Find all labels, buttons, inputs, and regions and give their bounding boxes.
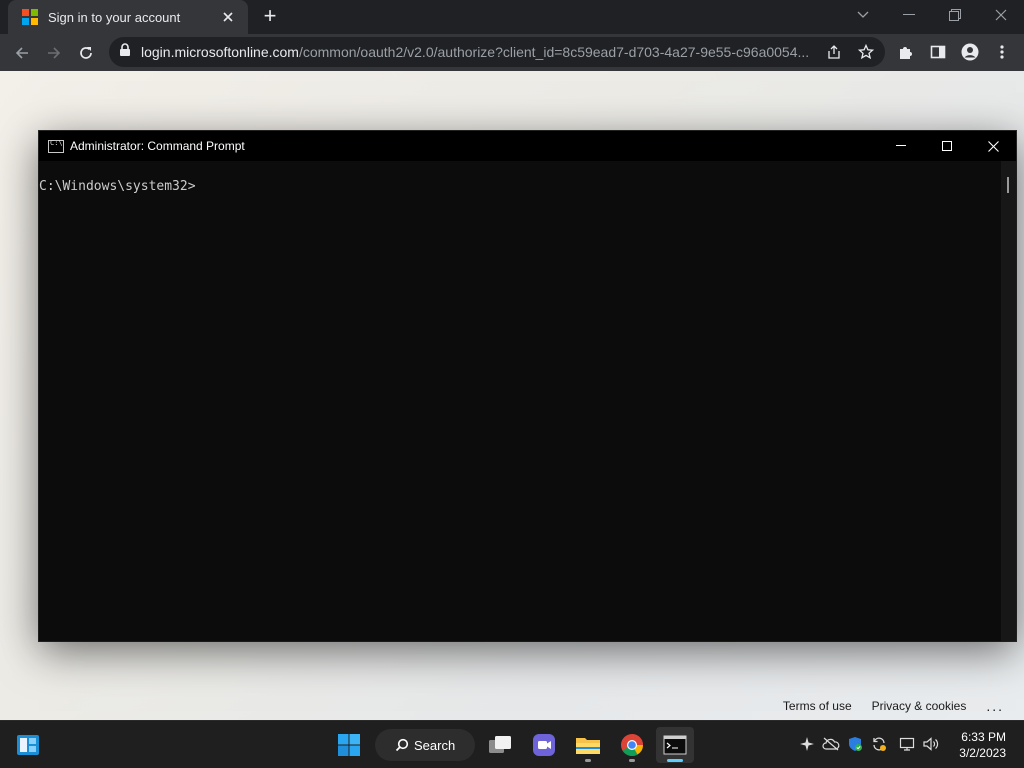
- reload-icon[interactable]: [72, 39, 100, 67]
- microsoft-logo-icon: [22, 9, 38, 25]
- command-prompt-window[interactable]: Administrator: Command Prompt C:\Windows…: [39, 131, 1016, 641]
- cmd-console[interactable]: C:\Windows\system32>: [39, 161, 1001, 641]
- back-arrow-icon[interactable]: [8, 39, 36, 67]
- cmd-scrollbar[interactable]: [1001, 161, 1016, 641]
- bookmark-star-icon[interactable]: [857, 43, 875, 61]
- extensions-puzzle-icon[interactable]: [896, 42, 916, 62]
- cmd-minimize-icon[interactable]: [878, 131, 924, 161]
- forward-arrow-icon[interactable]: [40, 39, 68, 67]
- network-activity-icon[interactable]: [798, 735, 816, 753]
- cmd-maximize-icon[interactable]: [924, 131, 970, 161]
- address-bar[interactable]: login.microsoftonline.com/common/oauth2/…: [109, 37, 885, 67]
- taskbar-search-label: Search: [414, 737, 456, 753]
- command-prompt-taskbar-icon[interactable]: [656, 727, 694, 763]
- sync-status-icon[interactable]: [870, 735, 888, 753]
- windows-security-icon[interactable]: [846, 735, 864, 753]
- more-options-button[interactable]: ...: [986, 698, 1004, 714]
- side-panel-icon[interactable]: [928, 42, 948, 62]
- cmd-titlebar[interactable]: Administrator: Command Prompt: [39, 131, 1016, 161]
- browser-toolbar: login.microsoftonline.com/common/oauth2/…: [0, 34, 1024, 71]
- terms-of-use-link[interactable]: Terms of use: [783, 699, 852, 713]
- task-view-icon[interactable]: [481, 727, 519, 763]
- close-window-icon[interactable]: [978, 0, 1024, 30]
- chrome-taskbar-icon[interactable]: [613, 727, 651, 763]
- taskbar-search-button[interactable]: Search: [375, 729, 475, 761]
- clock-date: 3/2/2023: [959, 746, 1006, 760]
- profile-avatar-icon[interactable]: [960, 42, 980, 62]
- minimize-icon[interactable]: [886, 0, 932, 30]
- explorer-running-indicator: [585, 759, 591, 762]
- cmd-scroll-thumb[interactable]: [1007, 177, 1009, 193]
- new-tab-button[interactable]: +: [258, 5, 282, 29]
- search-icon: [395, 738, 409, 752]
- tab-close-icon[interactable]: [218, 7, 238, 27]
- cmd-active-indicator: [667, 759, 683, 762]
- onedrive-offline-icon[interactable]: [822, 735, 840, 753]
- menu-kebab-icon[interactable]: [992, 42, 1012, 62]
- privacy-cookies-link[interactable]: Privacy & cookies: [872, 699, 967, 713]
- url-text[interactable]: login.microsoftonline.com/common/oauth2/…: [141, 44, 821, 60]
- share-icon[interactable]: [825, 43, 843, 61]
- cmd-title: Administrator: Command Prompt: [70, 139, 245, 153]
- system-clock[interactable]: 6:33 PM 3/2/2023: [959, 729, 1006, 761]
- lock-icon[interactable]: [119, 42, 131, 62]
- browser-tabstrip: Sign in to your account +: [0, 0, 1024, 34]
- cmd-close-icon[interactable]: [970, 131, 1016, 161]
- file-explorer-icon[interactable]: [569, 727, 607, 763]
- cmd-prompt-text: C:\Windows\system32>: [39, 179, 196, 194]
- chrome-running-indicator: [629, 759, 635, 762]
- display-network-icon[interactable]: [898, 735, 916, 753]
- teams-chat-icon[interactable]: [525, 727, 563, 763]
- clock-time: 6:33 PM: [961, 730, 1006, 744]
- start-button-icon[interactable]: [330, 727, 368, 763]
- volume-icon[interactable]: [922, 735, 940, 753]
- windows-taskbar: Search 6:33 PM 3/2/2023: [0, 720, 1024, 768]
- url-host: login.microsoftonline.com: [141, 44, 299, 60]
- tab-title: Sign in to your account: [48, 9, 181, 25]
- url-path: /common/oauth2/v2.0/authorize?client_id=…: [298, 44, 810, 60]
- page-footer: Terms of use Privacy & cookies ...: [783, 698, 1024, 714]
- widgets-icon[interactable]: [9, 727, 47, 763]
- restore-icon[interactable]: [932, 0, 978, 30]
- browser-tab[interactable]: Sign in to your account: [8, 0, 248, 34]
- cmd-app-icon: [48, 139, 64, 153]
- tab-search-icon[interactable]: [840, 0, 886, 30]
